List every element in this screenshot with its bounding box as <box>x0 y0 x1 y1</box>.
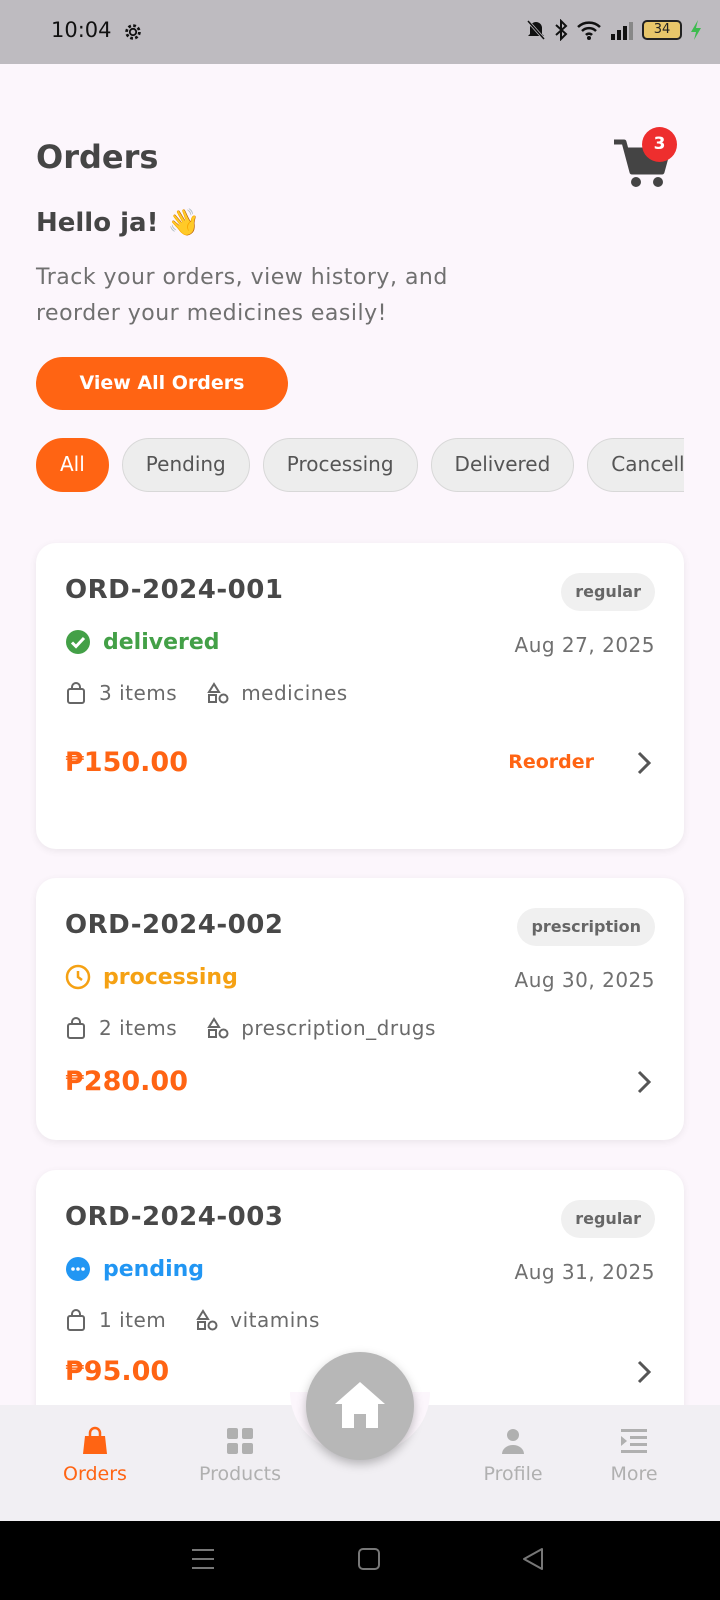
order-status: delivered <box>65 629 220 655</box>
order-category: medicines <box>241 681 348 705</box>
order-meta: 3 items medicines <box>65 681 348 705</box>
home-square-icon[interactable] <box>356 1546 382 1572</box>
order-total: ₱150.00 <box>65 747 188 778</box>
order-category: prescription_drugs <box>241 1016 436 1040</box>
filter-chip-processing[interactable]: Processing <box>262 438 418 492</box>
filter-chip-pending[interactable]: Pending <box>121 438 250 492</box>
order-total: ₱280.00 <box>65 1066 188 1097</box>
clock-icon <box>65 964 91 990</box>
order-id: ORD-2024-002 <box>65 910 284 940</box>
nav-profile[interactable]: Profile <box>448 1425 578 1485</box>
check-circle-icon <box>66 630 90 654</box>
battery-indicator: 34 <box>642 20 682 40</box>
wifi-icon <box>577 21 601 40</box>
signal-icon <box>611 22 633 40</box>
order-total: ₱95.00 <box>65 1356 170 1387</box>
view-all-orders-button[interactable]: View All Orders <box>36 357 288 410</box>
charging-bolt-icon <box>691 20 701 40</box>
person-icon <box>502 1429 524 1454</box>
page-subtitle: Track your orders, view history, and reo… <box>36 265 448 326</box>
system-navigation-bar <box>0 1521 720 1600</box>
item-count: 1 item <box>99 1308 167 1332</box>
chevron-right-icon[interactable] <box>634 1359 654 1385</box>
home-icon <box>335 1382 385 1428</box>
mute-bell-icon <box>526 20 546 40</box>
filter-chip-delivered[interactable]: Delivered <box>430 438 575 492</box>
greeting: Hello ja! 👋 <box>36 208 200 238</box>
status-bar: 10:04 34 <box>0 0 720 64</box>
settings-gear-icon <box>125 24 141 40</box>
recents-menu-icon[interactable] <box>190 1546 216 1572</box>
nav-products-label: Products <box>198 1463 282 1485</box>
order-meta: 1 item vitamins <box>65 1308 320 1332</box>
shopping-bag-icon <box>83 1426 107 1454</box>
chevron-right-icon[interactable] <box>634 750 654 776</box>
item-count: 2 items <box>99 1016 178 1040</box>
order-type-badge: prescription <box>517 908 655 946</box>
category-shapes-icon <box>207 682 229 704</box>
order-card[interactable]: ORD-2024-001 regular delivered Aug 27, 2… <box>36 543 684 849</box>
status-label: processing <box>103 964 238 990</box>
status-filter-chips: AllPendingProcessingDeliveredCancelled <box>36 438 684 494</box>
order-status: pending <box>65 1256 204 1282</box>
status-label: delivered <box>103 629 220 655</box>
order-type-badge: regular <box>561 573 655 611</box>
order-type-badge: regular <box>561 1200 655 1238</box>
order-date: Aug 30, 2025 <box>514 968 655 992</box>
menu-list-icon <box>621 1429 647 1453</box>
status-label: pending <box>103 1256 205 1282</box>
nav-more-label: More <box>610 1463 658 1485</box>
category-shapes-icon <box>207 1017 229 1039</box>
status-icons: 34 <box>526 19 702 41</box>
item-count: 3 items <box>99 681 178 705</box>
back-triangle-icon[interactable] <box>520 1546 546 1572</box>
shopping-bag-icon <box>67 1017 85 1039</box>
chevron-right-icon[interactable] <box>634 1069 654 1095</box>
nav-orders[interactable]: Orders <box>30 1425 160 1485</box>
order-id: ORD-2024-001 <box>65 575 284 605</box>
order-category: vitamins <box>230 1308 320 1332</box>
category-shapes-icon <box>196 1309 218 1331</box>
order-date: Aug 27, 2025 <box>514 633 655 657</box>
order-date: Aug 31, 2025 <box>514 1260 655 1284</box>
shopping-bag-icon <box>67 682 85 704</box>
nav-more[interactable]: More <box>569 1425 699 1485</box>
bluetooth-icon <box>555 19 568 41</box>
grid-icon <box>227 1428 253 1454</box>
order-meta: 2 items prescription_drugs <box>65 1016 436 1040</box>
home-button[interactable] <box>306 1352 414 1460</box>
nav-orders-label: Orders <box>63 1463 127 1485</box>
order-card[interactable]: ORD-2024-002 prescription processing Aug… <box>36 878 684 1140</box>
filter-chip-all[interactable]: All <box>36 438 109 492</box>
nav-profile-label: Profile <box>483 1463 543 1485</box>
order-status: processing <box>65 964 238 990</box>
more-dots-circle-icon <box>66 1257 90 1281</box>
nav-products[interactable]: Products <box>175 1425 305 1485</box>
filter-chip-cancelled[interactable]: Cancelled <box>587 438 684 492</box>
cart-count-badge: 3 <box>642 127 677 162</box>
status-time: 10:04 <box>51 18 112 42</box>
shopping-bag-icon <box>67 1309 85 1331</box>
page-title: Orders <box>36 138 159 176</box>
reorder-button[interactable]: Reorder <box>508 751 594 773</box>
order-id: ORD-2024-003 <box>65 1202 284 1232</box>
